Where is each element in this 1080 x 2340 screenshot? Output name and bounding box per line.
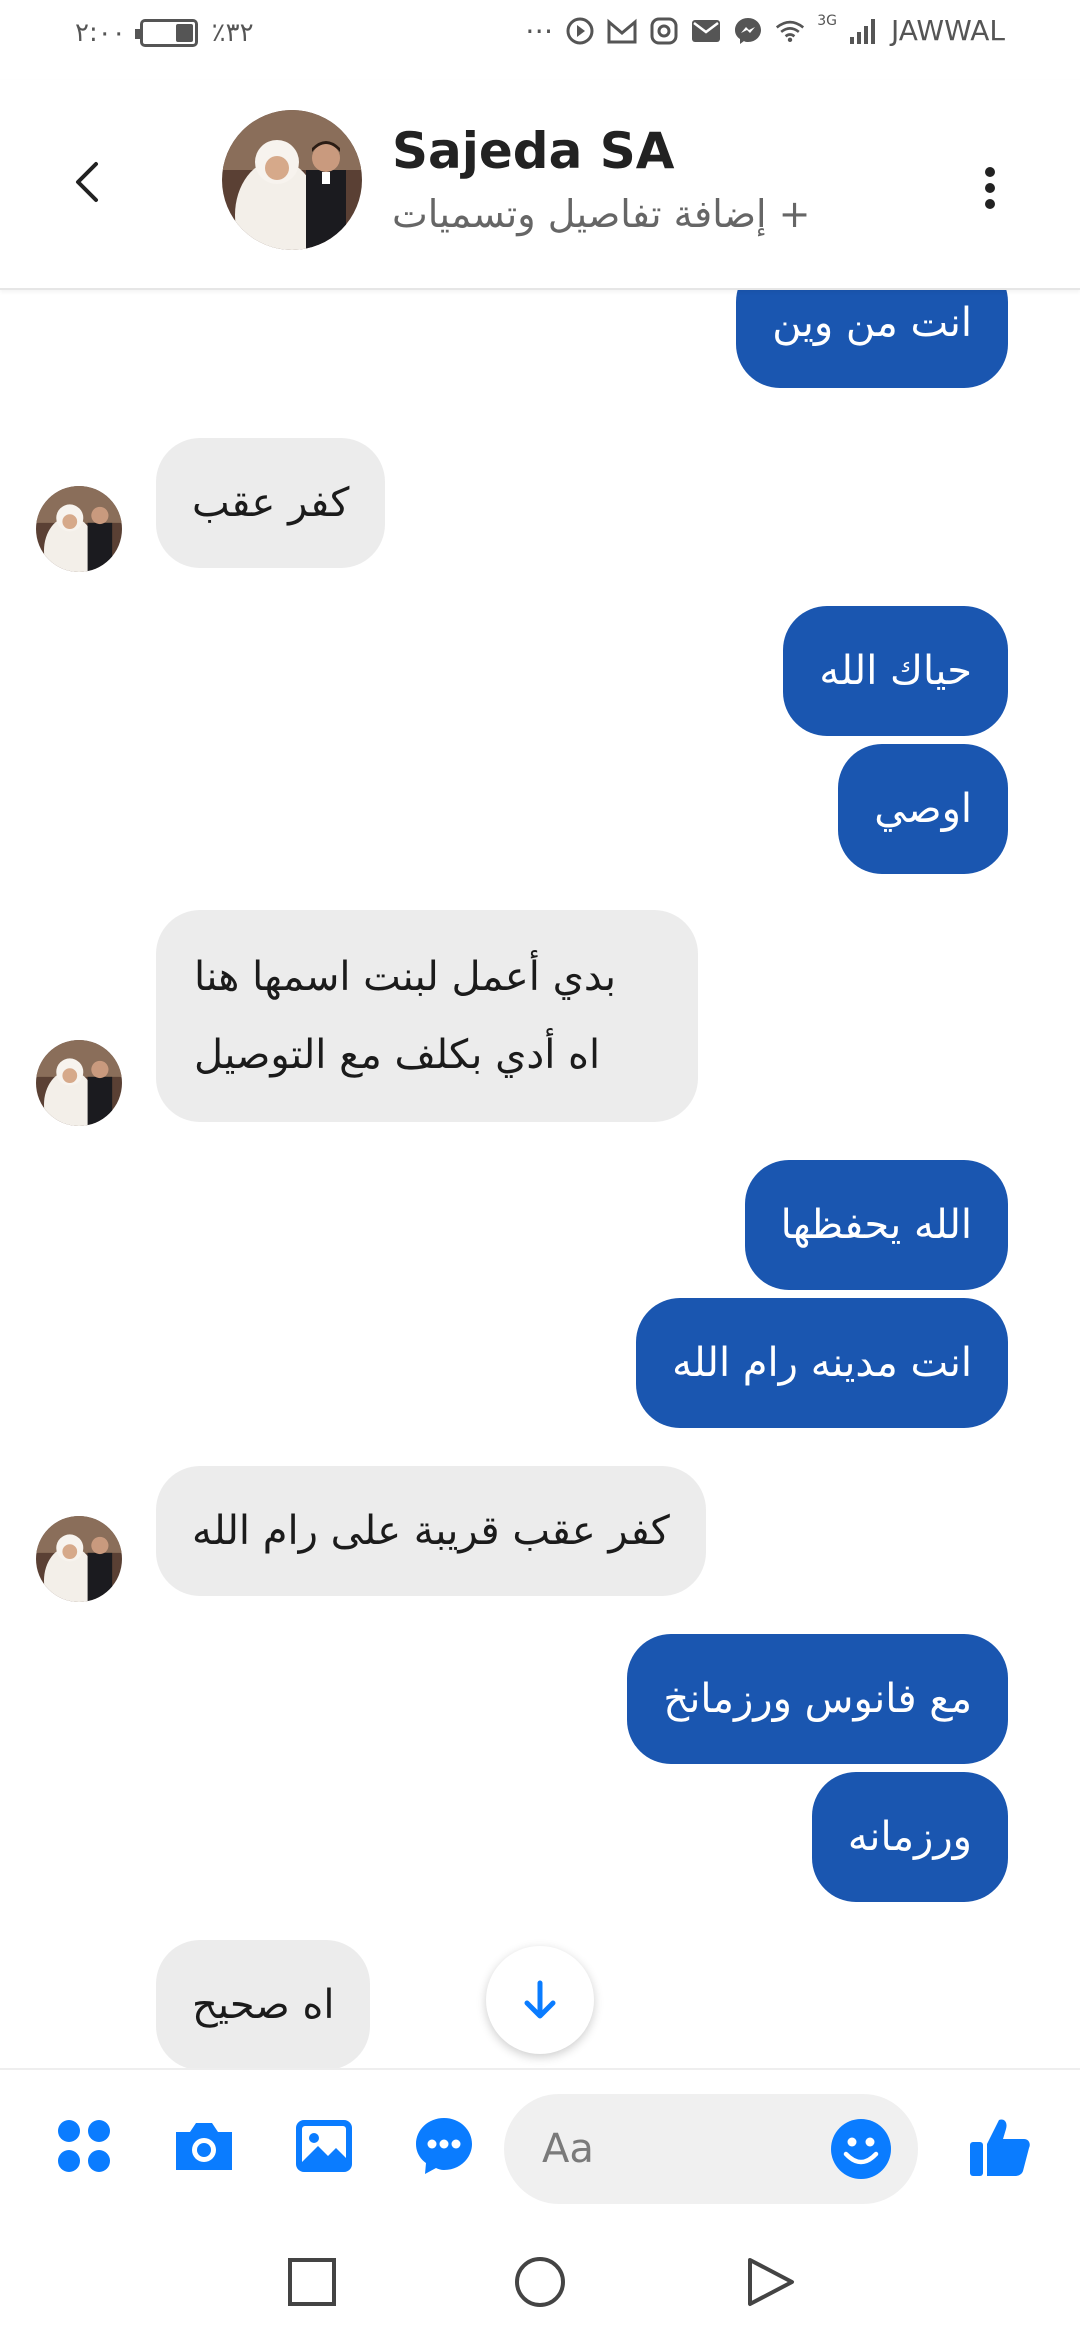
outgoing-message[interactable]: انت مدينه رام الله [636,1298,1008,1428]
outgoing-message[interactable]: انت من وين [736,288,1008,388]
home-button[interactable] [512,2254,568,2310]
contact-avatar[interactable] [222,110,362,250]
contact-avatar-small[interactable] [36,486,122,572]
message-line: بدي أعمل لبنت اسمها هنا [194,954,617,1000]
four-dots-icon [58,2120,110,2172]
signal-icon [849,16,879,46]
more-dots-icon: ⋯ [525,14,554,47]
message-line: اه أدي بكلف مع التوصيل [194,1032,601,1078]
contact-avatar-small[interactable] [36,1516,122,1602]
square-icon [288,2258,336,2306]
system-navigation-bar [0,2220,1080,2340]
message-input-wrapper[interactable] [504,2094,918,2204]
triangle-back-icon [748,2258,794,2306]
back-nav-button[interactable] [742,2254,798,2310]
incoming-message[interactable]: بدي أعمل لبنت اسمها هنا اه أدي بكلف مع ا… [156,910,698,1122]
status-time: ٢:٠٠ [75,18,126,48]
circle-icon [515,2257,565,2307]
outgoing-message[interactable]: حياك الله [783,606,1008,736]
instagram-icon [649,16,679,46]
back-button[interactable] [62,152,112,212]
message-text: مع فانوس ورزمانخ [663,1676,972,1722]
carrier-name: JAWWAL [891,14,1005,47]
mail-icon [691,16,721,46]
message-text: كفر عقب [192,480,350,526]
battery-percent: ٪٣٢ [211,18,254,48]
image-icon [296,2120,352,2172]
scroll-to-bottom-button[interactable] [486,1946,594,2054]
battery-icon [134,19,198,47]
incoming-message[interactable]: كفر عقب قريبة على رام الله [156,1466,706,1596]
message-text: انت من وين [772,300,972,346]
status-left: ٢:٠٠ ٪٣٢ [75,18,254,48]
incoming-message[interactable]: اه صحيح [156,1940,371,2068]
outgoing-message[interactable]: اوصي [838,744,1008,874]
camera-icon [176,2123,232,2170]
gallery-button[interactable] [292,2114,356,2178]
outgoing-message[interactable]: مع فانوس ورزمانخ [627,1634,1008,1764]
network-type: 3G [817,12,838,29]
outgoing-message[interactable]: الله يحفظها [744,1160,1008,1290]
outgoing-message[interactable]: ورزمانه [811,1772,1008,1902]
message-input[interactable] [540,2118,824,2180]
emoji-button[interactable] [830,2118,892,2180]
contact-name[interactable]: Sajeda SA [392,122,674,180]
more-options-button[interactable] [970,158,1010,218]
incoming-message[interactable]: كفر عقب [156,438,386,568]
messenger-icon [733,16,763,46]
message-text: ورزمانه [847,1814,972,1860]
camera-button[interactable] [172,2114,236,2178]
add-details-link[interactable]: + إضافة تفاصيل وتسميات [392,192,811,236]
chat-bubble-icon [416,2118,472,2174]
smiley-icon [831,2119,891,2179]
kebab-menu-icon [985,167,995,209]
message-text: اه صحيح [192,1982,335,2028]
message-text: حياك الله [819,648,972,694]
message-text: اوصي [874,786,972,832]
message-composer [0,2068,1080,2222]
arrow-down-icon [524,1980,556,2019]
chevron-left-icon [76,162,98,202]
status-right: ⋯ 3G JAWWAL [525,12,1005,48]
message-text: انت مدينه رام الله [672,1340,972,1386]
thumbs-up-icon [970,2119,1030,2176]
wifi-icon [775,16,805,46]
message-text: الله يحفظها [780,1202,972,1248]
status-bar: ٢:٠٠ ٪٣٢ ⋯ 3G JAWWAL [0,0,1080,80]
apps-button[interactable] [52,2114,116,2178]
contact-avatar-small[interactable] [36,1040,122,1126]
conversation-header: Sajeda SA + إضافة تفاصيل وتسميات [0,80,1080,290]
message-text: كفر عقب قريبة على رام الله [192,1508,670,1554]
like-button[interactable] [968,2114,1032,2178]
recents-button[interactable] [284,2254,340,2310]
play-circle-icon [565,16,595,46]
message-list[interactable]: انت من وين كفر عقب حياك الله اوصي بدي أع… [0,288,1080,2068]
voice-chat-button[interactable] [412,2114,476,2178]
gmail-icon [607,16,637,46]
